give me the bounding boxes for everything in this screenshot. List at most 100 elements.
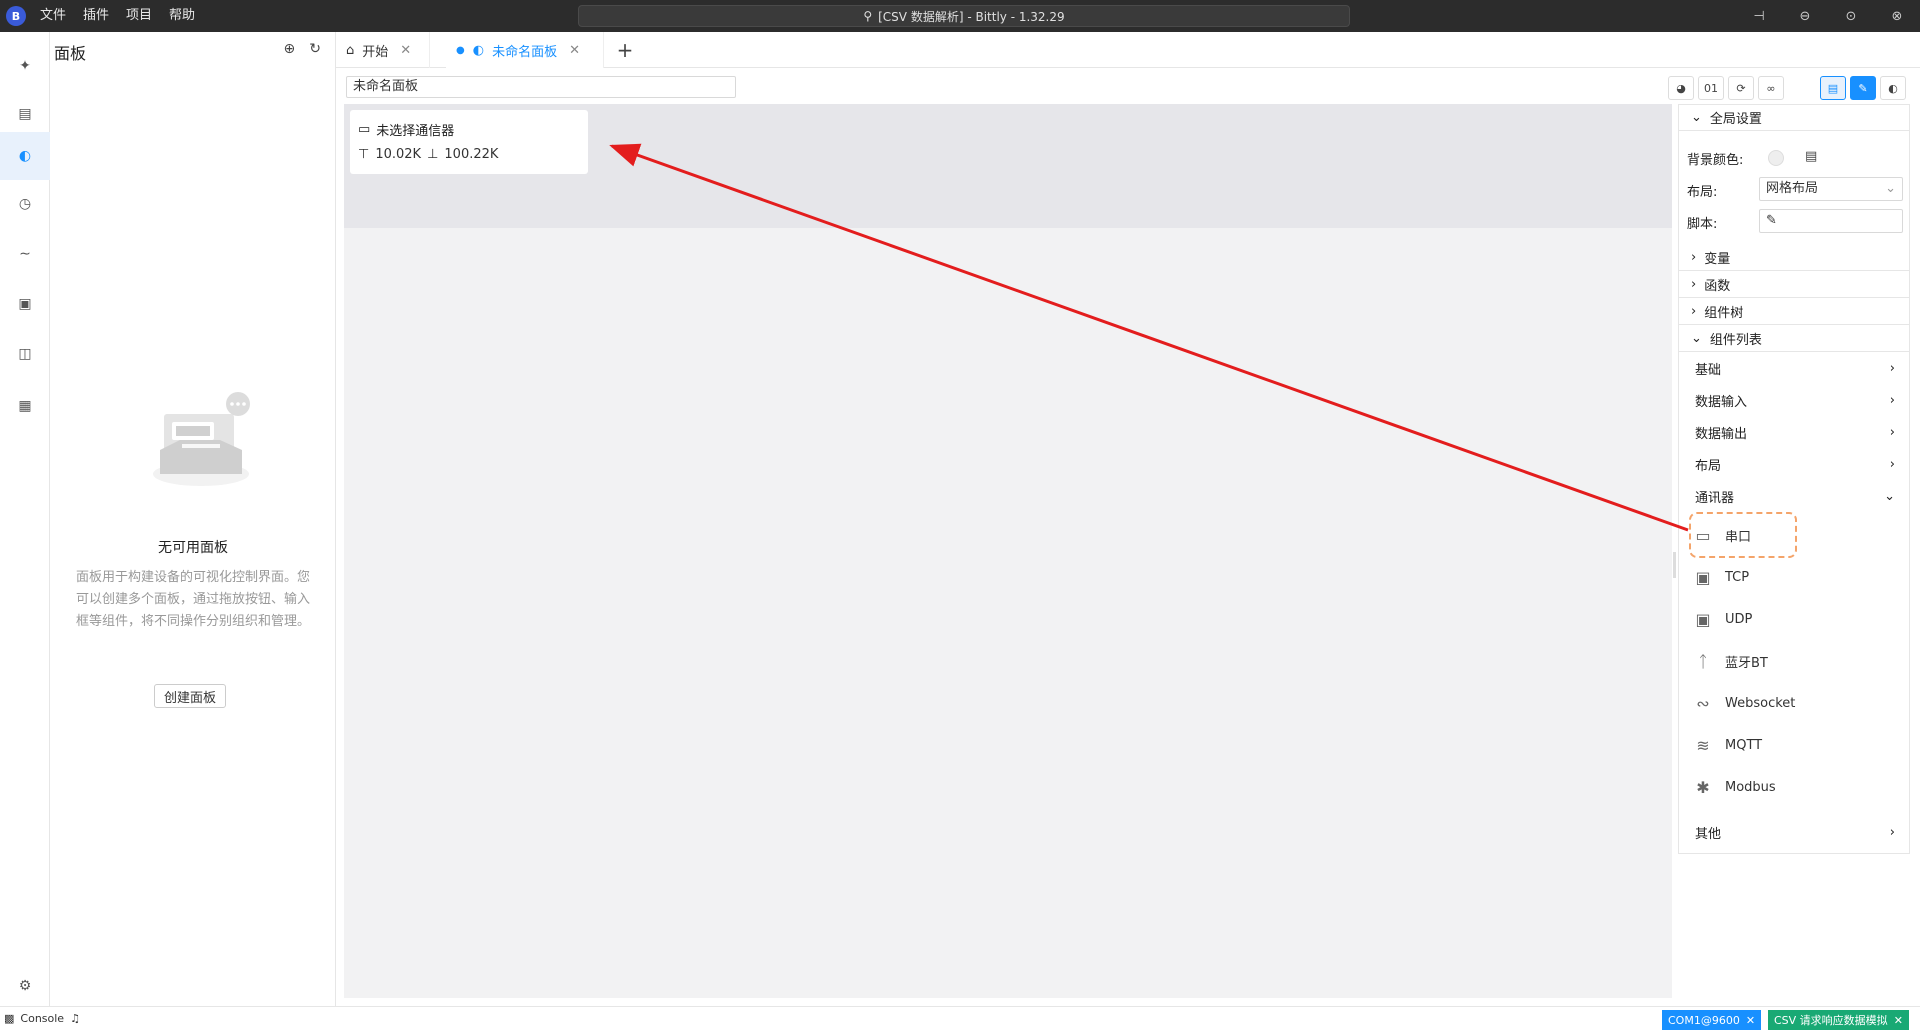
script-edit-field[interactable]: ✎: [1759, 209, 1903, 233]
component-tcp[interactable]: ▣ TCP: [1691, 560, 1749, 594]
globe-icon[interactable]: ◕: [1668, 76, 1694, 100]
plugin-icon[interactable]: ✦: [0, 42, 50, 90]
console-toggle[interactable]: ▩ Console ♫: [4, 1012, 80, 1025]
component-mqtt[interactable]: ≋ MQTT: [1691, 728, 1762, 762]
component-websocket[interactable]: ∾ Websocket: [1691, 686, 1795, 720]
category-label: 布局: [1695, 458, 1722, 474]
panel-name-input[interactable]: 未命名面板: [346, 76, 736, 98]
component-label: UDP: [1725, 611, 1753, 627]
category-other[interactable]: 其他 ›: [1679, 819, 1909, 845]
tab-start[interactable]: ⌂ 开始 ✕: [336, 32, 430, 68]
layout-label: 布局:: [1687, 185, 1718, 200]
serial-connection-badge[interactable]: COM1@9600 ✕: [1662, 1010, 1762, 1030]
mode-toolbar: ▤ ✎ ◐: [1820, 76, 1906, 100]
communicator-card[interactable]: ▭ 未选择通信器 ⊤ 10.02K ⊥ 100.22K: [350, 110, 588, 174]
pin-icon[interactable]: ⊣: [1736, 0, 1782, 32]
create-panel-button[interactable]: 创建面板: [154, 684, 226, 708]
close-icon[interactable]: ⊗: [1874, 0, 1920, 32]
global-settings-header[interactable]: ⌄ 全局设置: [1679, 105, 1909, 131]
add-tab-icon[interactable]: +: [610, 32, 640, 68]
empty-state-description: 面板用于构建设备的可视化控制界面。您可以创建多个面板，通过拖放按钮、输入框等组件…: [75, 570, 310, 629]
category-basic[interactable]: 基础 ›: [1679, 355, 1909, 381]
menu-project[interactable]: 项目: [126, 0, 152, 32]
close-icon[interactable]: ✕: [569, 43, 580, 58]
close-icon[interactable]: ✕: [1894, 1014, 1903, 1027]
scan-icon[interactable]: ▦: [0, 382, 50, 430]
run-icon[interactable]: ◐: [1880, 76, 1906, 100]
menu-plugins[interactable]: 插件: [83, 0, 109, 32]
functions-header[interactable]: › 函数: [1679, 272, 1909, 298]
save-icon[interactable]: ▤: [1820, 76, 1846, 100]
bluetooth-icon: ᛏ: [1698, 651, 1708, 671]
section-label: 组件树: [1704, 306, 1744, 321]
tab-untitled-panel[interactable]: ● ◐ 未命名面板 ✕: [446, 32, 604, 68]
category-communicator[interactable]: 通讯器 ⌄: [1679, 483, 1909, 509]
debug-icon[interactable]: ⟳: [1728, 76, 1754, 100]
panel-canvas[interactable]: ▭ 未选择通信器 ⊤ 10.02K ⊥ 100.22K: [344, 104, 1672, 998]
close-icon[interactable]: ✕: [400, 43, 411, 58]
home-icon: ⌂: [346, 42, 355, 58]
window-title: [CSV 数据解析] - Bittly - 1.32.29: [878, 9, 1065, 24]
category-data-input[interactable]: 数据输入 ›: [1679, 387, 1909, 413]
component-tree-header[interactable]: › 组件树: [1679, 299, 1909, 325]
tcp-icon: ▣: [1695, 567, 1711, 587]
simulation-badge[interactable]: CSV 请求响应数据模拟 ✕: [1768, 1010, 1909, 1030]
category-label: 数据输出: [1695, 426, 1748, 442]
console-icon: ▩: [4, 1012, 15, 1025]
link-icon[interactable]: ∞: [1758, 76, 1784, 100]
communicator-title: 未选择通信器: [376, 124, 455, 139]
window-controls: ⊣ ⊖ ⊙ ⊗: [1736, 0, 1920, 32]
menu-file[interactable]: 文件: [40, 0, 66, 32]
minimize-icon[interactable]: ⊖: [1782, 0, 1828, 32]
component-bluetooth[interactable]: ᛏ 蓝牙BT: [1691, 644, 1768, 678]
close-icon[interactable]: ✕: [1746, 1014, 1755, 1027]
upload-icon: ⊤: [358, 147, 370, 162]
console-label: Console: [20, 1012, 65, 1025]
chevron-right-icon: ›: [1691, 277, 1697, 292]
menu-help[interactable]: 帮助: [169, 0, 195, 32]
upload-bytes: 10.02K: [375, 147, 422, 162]
sidebar-actions: ⊕ ↻: [284, 41, 321, 57]
download-bytes: 100.22K: [444, 147, 499, 162]
chevron-down-icon: ⌄: [1691, 331, 1702, 346]
layout-select[interactable]: 网格布局 ⌄: [1759, 177, 1903, 201]
category-layout[interactable]: 布局 ›: [1679, 451, 1909, 477]
history-icon[interactable]: ◷: [0, 180, 50, 228]
pencil-icon: ✎: [1766, 213, 1777, 228]
search-icon: ⚲: [863, 9, 873, 23]
chevron-right-icon: ›: [1889, 824, 1895, 840]
binary-toggle-button[interactable]: 01: [1698, 76, 1724, 100]
dashboard-icon[interactable]: ▣: [0, 280, 50, 328]
panel-icon[interactable]: ◐: [0, 132, 50, 180]
component-udp[interactable]: ▣ UDP: [1691, 602, 1752, 636]
edit-icon[interactable]: ✎: [1850, 76, 1876, 100]
script-label: 脚本:: [1687, 217, 1718, 232]
section-label: 组件列表: [1709, 333, 1762, 348]
section-label: 全局设置: [1709, 112, 1762, 127]
maximize-icon[interactable]: ⊙: [1828, 0, 1874, 32]
serial-icon[interactable]: ▤: [0, 90, 50, 138]
chevron-right-icon: ›: [1691, 250, 1697, 265]
settings-gear-icon[interactable]: ⚙: [0, 962, 50, 1010]
component-label: Modbus: [1725, 779, 1776, 795]
dashboard-icon: ◐: [472, 42, 485, 58]
component-list-header[interactable]: ⌄ 组件列表: [1679, 326, 1909, 352]
grid-layout-area[interactable]: ▭ 未选择通信器 ⊤ 10.02K ⊥ 100.22K: [344, 104, 1672, 228]
chevron-right-icon: ›: [1889, 424, 1895, 440]
properties-resize-handle[interactable]: [1673, 552, 1676, 578]
layout-value: 网格布局: [1766, 181, 1819, 196]
variables-header[interactable]: › 变量: [1679, 245, 1909, 271]
section-label: 变量: [1704, 252, 1731, 267]
command-search[interactable]: ⚲ [CSV 数据解析] - Bittly - 1.32.29: [578, 5, 1350, 27]
document-icon[interactable]: ◫: [0, 330, 50, 378]
section-label: 函数: [1704, 279, 1731, 294]
refresh-icon[interactable]: ↻: [309, 41, 321, 57]
activity-bar: ✦ ▤ ◐ ◷ ∼ ▣ ◫ ▦ ⚙: [0, 32, 50, 1006]
category-data-output[interactable]: 数据输出 ›: [1679, 419, 1909, 445]
add-panel-icon[interactable]: ⊕: [284, 41, 296, 57]
bg-color-picker[interactable]: [1768, 150, 1784, 166]
component-modbus[interactable]: ✱ Modbus: [1691, 770, 1776, 804]
script-icon[interactable]: ∼: [0, 230, 50, 278]
image-icon[interactable]: ▤: [1805, 149, 1817, 164]
chevron-right-icon: ›: [1691, 304, 1697, 319]
